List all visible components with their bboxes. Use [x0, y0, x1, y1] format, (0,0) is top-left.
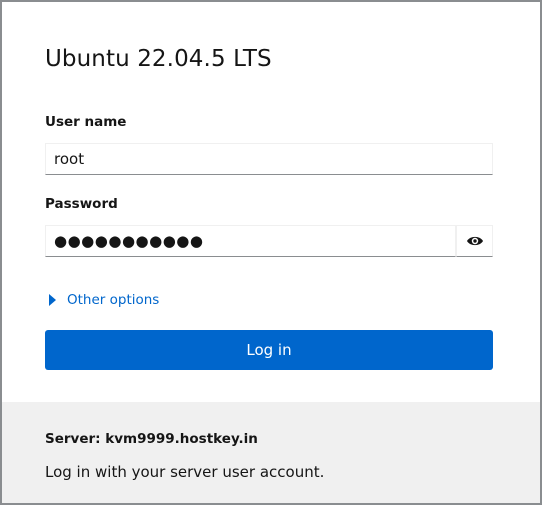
server-info: Server: kvm9999.hostkey.in [45, 431, 258, 447]
show-password-button[interactable] [456, 225, 493, 257]
password-input[interactable] [45, 225, 456, 257]
login-dialog: Ubuntu 22.04.5 LTS User name Password Ot… [0, 0, 542, 505]
other-options-label: Other options [67, 292, 160, 308]
username-label: User name [45, 114, 127, 130]
other-options-toggle[interactable]: Other options [49, 292, 159, 308]
login-button[interactable]: Log in [45, 330, 493, 370]
footer: Server: kvm9999.hostkey.in Log in with y… [2, 402, 540, 503]
eye-icon [466, 232, 484, 251]
username-input[interactable] [45, 143, 493, 175]
page-title: Ubuntu 22.04.5 LTS [45, 46, 272, 72]
caret-right-icon [49, 294, 56, 306]
password-label: Password [45, 196, 118, 212]
login-hint: Log in with your server user account. [45, 463, 325, 481]
